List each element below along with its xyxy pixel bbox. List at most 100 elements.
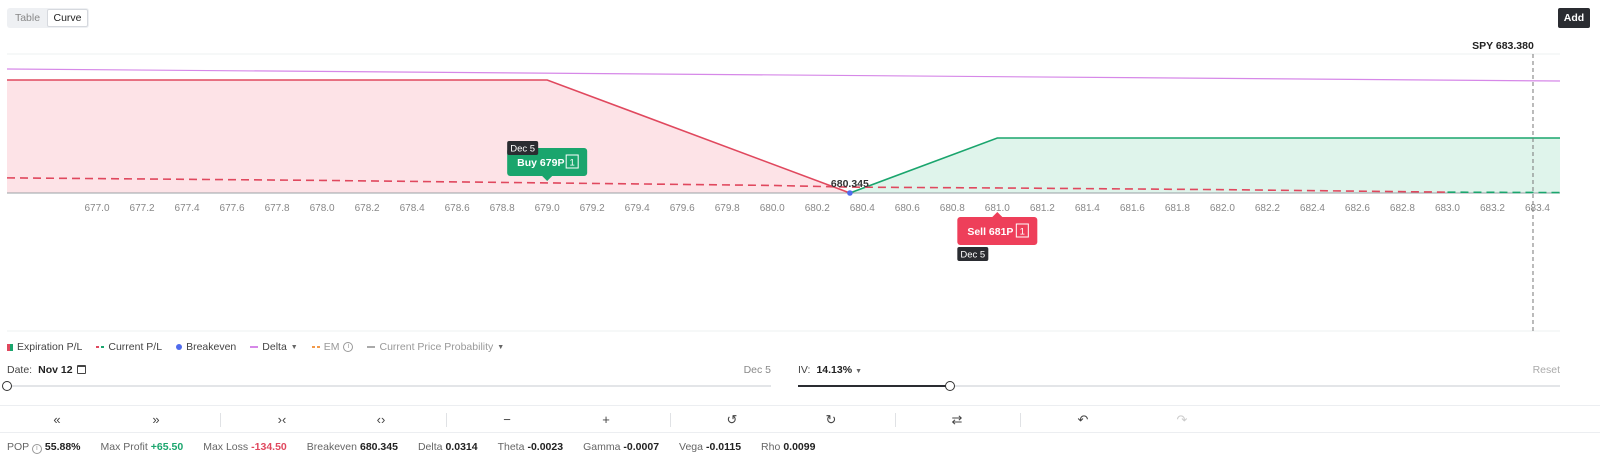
iv-control: IV: 14.13% ▼ Reset: [798, 364, 1560, 376]
x-tick-label: 680.8: [940, 203, 965, 214]
history-forward-icon[interactable]: ↻: [817, 410, 845, 430]
stats-bar: POP i 55.88% Max Profit +65.50 Max Loss -13…: [7, 441, 815, 454]
iv-value[interactable]: 14.13%: [816, 364, 852, 376]
leg-qty-label: 1: [1020, 227, 1025, 238]
iv-slider-thumb[interactable]: [945, 381, 956, 391]
leg-expiry-label: Dec 5: [510, 144, 535, 155]
x-tick-label: 679.8: [715, 203, 740, 214]
legend-em[interactable]: EM i: [311, 341, 354, 353]
swap-icon[interactable]: ⇄: [943, 410, 971, 430]
x-tick-label: 677.2: [130, 203, 155, 214]
probability-swatch: [367, 346, 376, 348]
info-icon[interactable]: i: [31, 444, 42, 454]
em-swatch: [311, 346, 320, 348]
double-right-icon[interactable]: »: [142, 410, 170, 430]
iv-slider-track[interactable]: [798, 385, 1560, 387]
chevron-down-icon: ▼: [290, 343, 298, 351]
x-tick-label: 679.2: [580, 203, 605, 214]
toolbar-divider: [670, 413, 671, 427]
x-tick-label: 680.2: [805, 203, 830, 214]
x-tick-label: 678.6: [445, 203, 470, 214]
x-tick-label: 682.0: [1210, 203, 1235, 214]
legend-current-price-probability[interactable]: Current Price Probability ▼: [367, 341, 504, 353]
double-left-icon[interactable]: «: [43, 410, 71, 430]
x-tick-label: 681.2: [1030, 203, 1055, 214]
x-tick-label: 677.0: [85, 203, 110, 214]
stat-max-profit: Max Profit +65.50: [100, 441, 184, 453]
toolbar-divider: [1020, 413, 1021, 427]
reset-button[interactable]: Reset: [1533, 364, 1560, 376]
x-tick-label: 681.8: [1165, 203, 1190, 214]
iv-label: IV:: [798, 364, 811, 376]
minus-icon[interactable]: −: [493, 410, 521, 430]
calendar-icon[interactable]: [76, 365, 86, 374]
legend-delta[interactable]: Delta ▼: [250, 341, 298, 353]
stat-delta: Delta 0.0314: [417, 441, 478, 453]
stat-max-loss: Max Loss -134.50: [203, 441, 287, 453]
x-tick-label: 683.0: [1435, 203, 1460, 214]
chart-legend: Expiration P/L Current P/L Breakeven Del…: [7, 341, 504, 353]
x-tick-label: 683.2: [1480, 203, 1505, 214]
collapse-icon[interactable]: ›‹: [268, 410, 296, 430]
stat-theta: Theta -0.0023: [497, 441, 564, 453]
x-tick-label: 682.2: [1255, 203, 1280, 214]
x-tick-label: 678.8: [490, 203, 515, 214]
date-control: Date: Nov 12 Dec 5: [7, 364, 771, 376]
x-tick-label: 677.4: [175, 203, 200, 214]
legend-current-pl[interactable]: Current P/L: [96, 341, 162, 353]
leg-qty-label: 1: [570, 158, 575, 169]
breakeven-label: 680.345: [831, 178, 869, 190]
stat-gamma: Gamma -0.0007: [583, 441, 660, 453]
redo-icon[interactable]: ↷: [1168, 410, 1196, 430]
date-value: Nov 12: [38, 364, 73, 376]
x-tick-label: 681.4: [1075, 203, 1100, 214]
expand-icon[interactable]: ‹›: [367, 410, 395, 430]
undo-icon[interactable]: ↶: [1069, 410, 1097, 430]
leg-tag-label: Sell 681P: [967, 226, 1013, 238]
x-tick-label: 679.6: [670, 203, 695, 214]
plus-icon[interactable]: +: [592, 410, 620, 430]
toolbar-divider: [446, 413, 447, 427]
loss-area: [7, 80, 850, 193]
legend-expiration-pl[interactable]: Expiration P/L: [7, 341, 82, 353]
x-tick-label: 677.8: [265, 203, 290, 214]
table-view-tab[interactable]: Table: [8, 9, 47, 27]
profit-area: [849, 138, 1560, 193]
leg-tag-label: Buy 679P: [517, 157, 564, 169]
current-swatch: [96, 346, 105, 348]
chevron-down-icon: ▼: [497, 343, 505, 351]
x-tick-label: 678.0: [310, 203, 335, 214]
x-tick-label: 677.6: [220, 203, 245, 214]
stat-breakeven: Breakeven 680.345: [306, 441, 398, 453]
stat-rho: Rho 0.0099: [761, 441, 816, 453]
chart-toolbar: « » ›‹ ‹› − + ↺ ↻ ⇄ ↶ ↷: [0, 405, 1600, 433]
date-slider-thumb[interactable]: [2, 381, 12, 391]
chevron-down-icon[interactable]: ▼: [855, 368, 862, 375]
toolbar-divider: [895, 413, 896, 427]
x-tick-label: 682.8: [1390, 203, 1415, 214]
x-tick-label: 680.4: [850, 203, 875, 214]
view-toggle: Table Curve: [7, 8, 89, 28]
leg-expiry-label: Dec 5: [960, 250, 985, 261]
legend-breakeven[interactable]: Breakeven: [176, 341, 236, 353]
stat-pop: POP i 55.88%: [7, 441, 81, 454]
delta-line: [6, 68, 1561, 82]
sell-leg-tag[interactable]: Sell 681P 1 Dec 5: [957, 212, 1038, 261]
x-tick-label: 682.6: [1345, 203, 1370, 214]
x-tick-label: 683.4: [1525, 203, 1550, 214]
x-tick-label: 678.4: [400, 203, 425, 214]
x-tick-label: 679.0: [535, 203, 560, 214]
pl-chart[interactable]: 677.0 677.2 677.4 677.6 677.8 678.0 678.2 678.4…: [0, 36, 1600, 336]
iv-slider-fill: [798, 385, 951, 387]
date-label: Date:: [7, 364, 33, 376]
curve-view-tab[interactable]: Curve: [47, 9, 88, 27]
add-button[interactable]: Add: [1558, 8, 1590, 28]
toolbar-divider: [220, 413, 221, 427]
x-tick-label: 682.4: [1300, 203, 1325, 214]
spot-price-label: SPY 683.380: [1472, 40, 1534, 52]
history-back-icon[interactable]: ↺: [718, 410, 746, 430]
x-tick-label: 680.6: [895, 203, 920, 214]
breakeven-point: [847, 190, 853, 196]
stat-vega: Vega -0.0115: [679, 441, 742, 453]
date-slider-track[interactable]: [7, 385, 771, 387]
